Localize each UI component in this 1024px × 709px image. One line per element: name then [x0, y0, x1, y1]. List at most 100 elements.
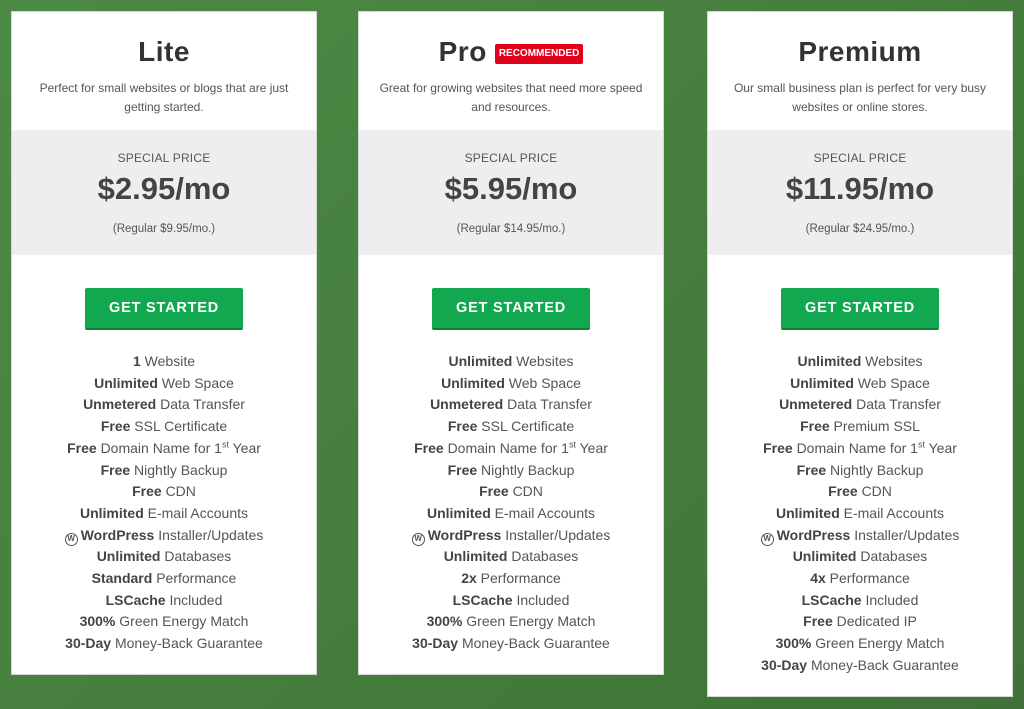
- feature-text: Data Transfer: [160, 396, 245, 413]
- feature-superscript: st: [568, 439, 576, 450]
- feature-item: Unlimited Databases: [359, 546, 663, 568]
- feature-item: Free SSL Certificate: [12, 416, 316, 438]
- feature-text: Green Energy Match: [119, 613, 249, 630]
- feature-text: Websites: [865, 353, 923, 369]
- feature-text: Installer/Updates: [158, 526, 264, 543]
- feature-text: Included: [865, 591, 919, 608]
- feature-item: Unlimited Databases: [12, 546, 316, 568]
- plan-description: Perfect for small websites or blogs that…: [39, 81, 289, 114]
- feature-highlight: Free: [800, 418, 830, 435]
- feature-item: W WordPress Installer/Updates: [359, 525, 663, 547]
- feature-text: Installer/Updates: [505, 526, 611, 543]
- feature-text: Premium SSL: [833, 418, 920, 435]
- feature-highlight: Free: [447, 461, 478, 478]
- feature-text: Nightly Backup: [134, 461, 228, 478]
- feature-item: 30-Day Money-Back Guarantee: [708, 655, 1012, 677]
- feature-text: Web Space: [508, 374, 581, 391]
- get-started-button[interactable]: GET STARTED: [781, 288, 939, 328]
- feature-item: 2x Performance: [359, 568, 663, 590]
- regular-price: (Regular $14.95/mo.): [456, 223, 566, 235]
- feature-highlight: Free: [447, 418, 478, 435]
- feature-text: Performance: [829, 570, 910, 587]
- feature-text: Installer/Updates: [854, 526, 960, 543]
- price-box: SPECIAL PRICE $11.95/mo (Regular $24.95/…: [708, 130, 1012, 255]
- feature-text: Website: [144, 353, 195, 369]
- feature-highlight: LSCache: [105, 591, 166, 608]
- feature-highlight: 30-Day: [761, 656, 808, 673]
- feature-text: Money-Back Guarantee: [461, 635, 610, 652]
- feature-highlight: WordPress: [80, 526, 155, 543]
- plan-card-lite: Lite Perfect for small websites or blogs…: [11, 11, 317, 675]
- feature-text: Databases: [164, 548, 232, 565]
- feature-highlight: 30-Day: [412, 635, 459, 652]
- feature-text: E-mail Accounts: [147, 504, 249, 521]
- feature-item: Unlimited E-mail Accounts: [12, 503, 316, 525]
- feature-text: Green Energy Match: [466, 613, 596, 630]
- feature-highlight: WordPress: [776, 526, 851, 543]
- feature-highlight: Free: [100, 418, 131, 435]
- wordpress-icon: W: [760, 532, 774, 546]
- feature-highlight: Unmetered: [430, 396, 504, 413]
- feature-text: Money-Back Guarantee: [810, 656, 959, 673]
- feature-highlight: Free: [803, 613, 833, 630]
- feature-highlight: Unlimited: [94, 374, 158, 391]
- regular-price: (Regular $24.95/mo.): [805, 223, 915, 235]
- feature-item: 30-Day Money-Back Guarantee: [359, 633, 663, 655]
- feature-text-suffix: Year: [928, 439, 957, 456]
- feature-item: Unlimited Websites: [708, 351, 1012, 373]
- special-price-label: SPECIAL PRICE: [117, 151, 211, 165]
- feature-highlight: Unlimited: [443, 548, 508, 565]
- feature-item: Unmetered Data Transfer: [12, 394, 316, 416]
- feature-item: 300% Green Energy Match: [359, 611, 663, 633]
- feature-text: CDN: [165, 483, 196, 500]
- feature-item: Unmetered Data Transfer: [708, 394, 1012, 416]
- feature-text-suffix: Year: [579, 439, 608, 456]
- plan-header: Lite Perfect for small websites or blogs…: [12, 12, 316, 130]
- feature-highlight: Free: [479, 483, 509, 500]
- feature-item: Unmetered Data Transfer: [359, 394, 663, 416]
- feature-item: Unlimited Websites: [359, 351, 663, 373]
- feature-item: Free CDN: [708, 481, 1012, 503]
- feature-item: LSCache Included: [359, 590, 663, 612]
- price-box: SPECIAL PRICE $5.95/mo (Regular $14.95/m…: [359, 130, 663, 255]
- feature-text: Web Space: [161, 374, 234, 391]
- plan-header: Premium Our small business plan is perfe…: [708, 12, 1012, 130]
- feature-item: Free Nightly Backup: [12, 460, 316, 482]
- feature-highlight: 2x: [461, 570, 477, 587]
- feature-item: Free CDN: [359, 481, 663, 503]
- feature-highlight: 1: [132, 353, 141, 369]
- plan-price: $2.95/mo: [97, 171, 231, 206]
- get-started-button[interactable]: GET STARTED: [85, 288, 243, 328]
- feature-highlight: Unlimited: [79, 504, 144, 521]
- feature-highlight: Standard: [91, 570, 153, 587]
- feature-item: Unlimited E-mail Accounts: [359, 503, 663, 525]
- feature-text: SSL Certificate: [481, 418, 575, 435]
- get-started-button[interactable]: GET STARTED: [432, 288, 590, 328]
- feature-highlight: 30-Day: [65, 635, 112, 652]
- feature-text: CDN: [861, 483, 892, 500]
- price-box: SPECIAL PRICE $2.95/mo (Regular $9.95/mo…: [12, 130, 316, 255]
- plan-description: Our small business plan is perfect for v…: [733, 81, 987, 114]
- feature-item: LSCache Included: [708, 590, 1012, 612]
- special-price-label: SPECIAL PRICE: [464, 151, 558, 165]
- feature-text: CDN: [512, 483, 543, 500]
- feature-item: Free Domain Name for 1st Year: [708, 438, 1012, 460]
- feature-highlight: Unlimited: [775, 504, 840, 521]
- feature-text: Databases: [860, 548, 928, 565]
- feature-item: Free Nightly Backup: [359, 460, 663, 482]
- feature-highlight: Free: [100, 461, 131, 478]
- feature-text: Web Space: [857, 374, 930, 391]
- plan-name: Premium: [798, 36, 922, 67]
- wordpress-icon: W: [411, 532, 425, 546]
- feature-list: Unlimited Websites Unlimited Web Space Unm…: [359, 351, 663, 655]
- plan-name: Lite: [138, 36, 190, 67]
- feature-item: Free Domain Name for 1st Year: [359, 438, 663, 460]
- feature-text: E-mail Accounts: [843, 504, 945, 521]
- feature-text: Websites: [516, 353, 574, 369]
- feature-text: Databases: [511, 548, 579, 565]
- feature-item: Unlimited Web Space: [12, 373, 316, 395]
- plan-description: Great for growing websites that need mor…: [379, 81, 643, 114]
- feature-list: Unlimited Websites Unlimited Web Space Unm…: [708, 351, 1012, 677]
- plan-header: Pro RECOMMENDED Great for growing websit…: [359, 12, 663, 130]
- feature-text: Domain Name for 1: [796, 439, 918, 456]
